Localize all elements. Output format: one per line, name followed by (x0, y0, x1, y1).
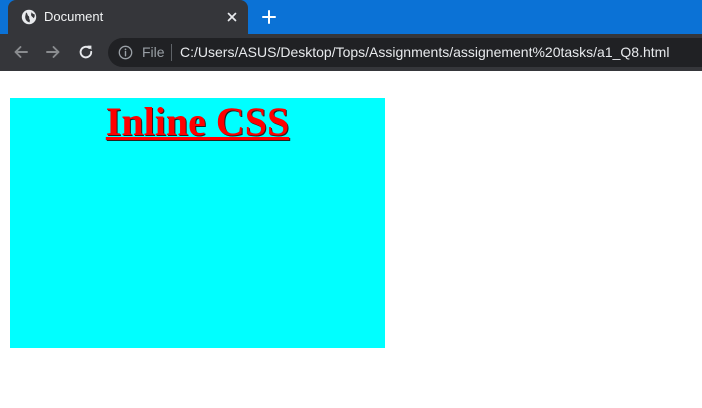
browser-tab[interactable]: Document (8, 0, 248, 34)
globe-icon (21, 9, 37, 25)
arrow-right-icon[interactable] (44, 43, 62, 61)
arrow-left-icon[interactable] (12, 43, 30, 61)
page-viewport: Inline CSS (0, 71, 702, 408)
plus-icon[interactable] (260, 8, 278, 26)
info-icon[interactable] (118, 45, 133, 60)
browser-toolbar: File C:/Users/ASUS/Desktop/Tops/Assignme… (0, 34, 702, 71)
tab-strip: Document (0, 0, 702, 34)
omnibox-divider (171, 44, 172, 61)
page-heading: Inline CSS (105, 99, 290, 144)
address-bar[interactable]: File C:/Users/ASUS/Desktop/Tops/Assignme… (108, 38, 702, 67)
cyan-content-box: Inline CSS (10, 98, 385, 348)
reload-icon[interactable] (77, 43, 95, 61)
close-icon[interactable] (224, 9, 240, 25)
tab-title: Document (44, 9, 104, 24)
url-text[interactable]: C:/Users/ASUS/Desktop/Tops/Assignments/a… (180, 45, 669, 60)
omnibox-scheme-label: File (142, 44, 165, 60)
